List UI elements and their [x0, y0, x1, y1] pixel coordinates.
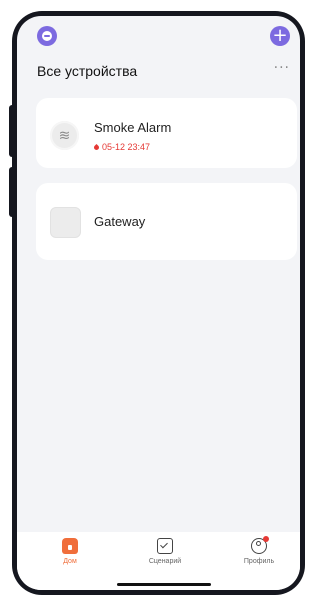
page-title: Все устройства — [37, 63, 138, 79]
app-screen: + Все устройства ··· ≋ Smoke Alarm 05-12… — [17, 16, 300, 590]
device-name: Smoke Alarm — [94, 120, 172, 135]
gateway-icon — [50, 207, 81, 238]
tab-bar: Дом Сценарий Профиль — [17, 532, 300, 590]
device-status-time: 05-12 23:47 — [102, 142, 151, 152]
scene-icon — [157, 538, 173, 554]
tab-scene-label: Сценарий — [148, 558, 182, 565]
profile-icon — [251, 536, 269, 554]
home-indicator — [117, 583, 211, 586]
tab-home-label: Дом — [63, 558, 77, 565]
notification-badge — [263, 536, 269, 542]
avatar-face-icon — [42, 31, 52, 41]
tab-profile[interactable]: Профиль — [229, 536, 289, 565]
device-card-gateway[interactable]: Gateway — [36, 183, 297, 260]
add-device-button[interactable]: + — [270, 26, 290, 46]
tab-scene[interactable]: Сценарий — [135, 538, 195, 565]
smoke-alarm-icon: ≋ — [50, 121, 79, 150]
device-status: 05-12 23:47 — [92, 142, 151, 152]
device-name: Gateway — [94, 214, 146, 229]
alert-drop-icon — [92, 143, 101, 151]
tab-profile-label: Профиль — [243, 558, 275, 565]
more-options-button[interactable]: ··· — [274, 60, 290, 76]
home-icon — [62, 538, 78, 554]
device-card-smoke-alarm[interactable]: ≋ Smoke Alarm 05-12 23:47 — [36, 98, 297, 168]
tab-home[interactable]: Дом — [40, 538, 100, 565]
home-avatar-icon[interactable] — [37, 26, 57, 46]
